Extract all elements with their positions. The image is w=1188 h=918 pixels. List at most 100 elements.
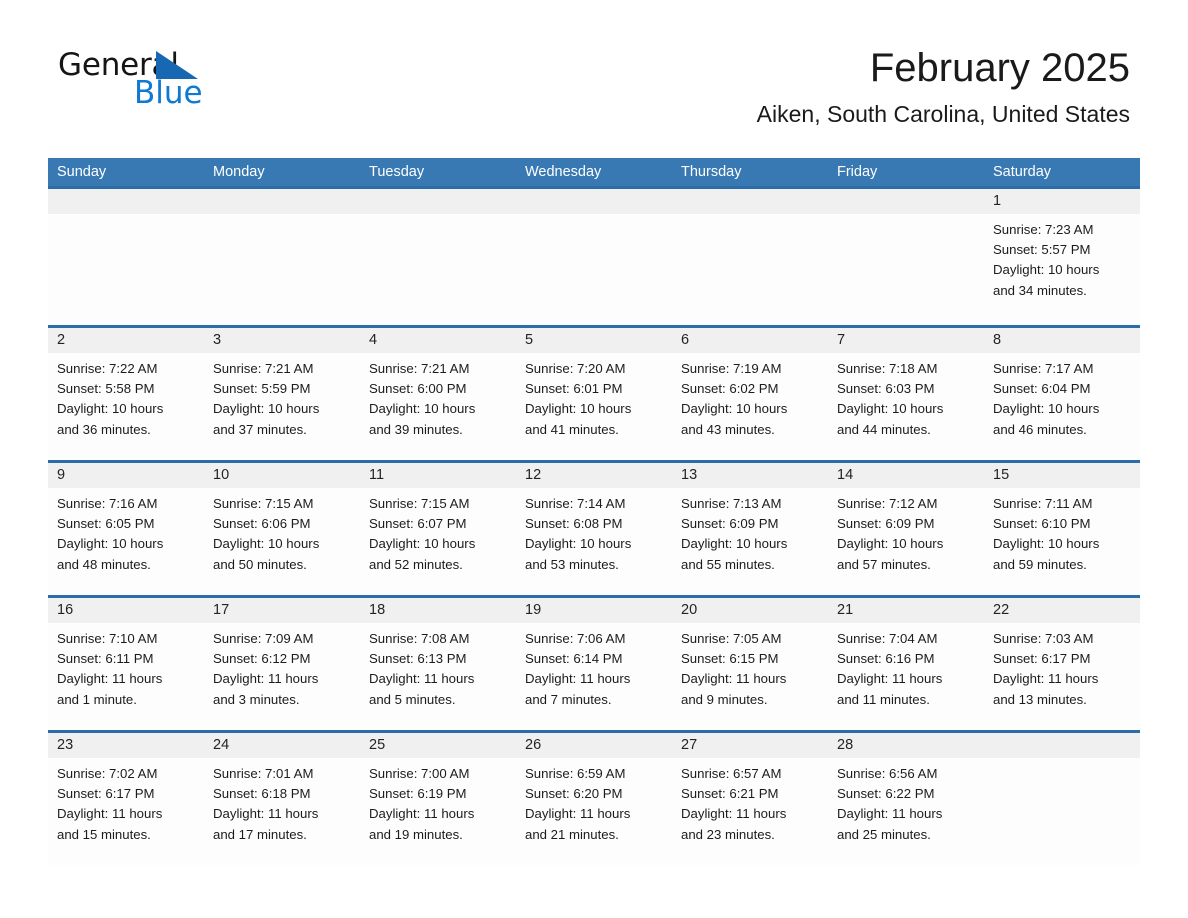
sunrise-text: Sunrise: 7:02 AM xyxy=(57,766,158,781)
day-cell[interactable]: 13 Sunrise: 7:13 AM Sunset: 6:09 PM Dayl… xyxy=(672,463,828,595)
sunset-text: Sunset: 6:11 PM xyxy=(57,651,154,667)
sunset-text: Sunset: 6:01 PM xyxy=(525,381,623,397)
sunset-text: Sunset: 6:09 PM xyxy=(681,516,779,532)
day-cell[interactable]: 1 Sunrise: 7:23 AM Sunset: 5:57 PM Dayli… xyxy=(984,189,1140,325)
sunrise-text: Sunrise: 6:59 AM xyxy=(525,766,626,781)
week-row: 1 Sunrise: 7:23 AM Sunset: 5:57 PM Dayli… xyxy=(48,186,1140,325)
daylight-text-line1: Daylight: 11 hours xyxy=(525,671,631,687)
daylight-text-line1: Daylight: 10 hours xyxy=(993,401,1100,417)
day-cell[interactable]: 7 Sunrise: 7:18 AM Sunset: 6:03 PM Dayli… xyxy=(828,328,984,460)
day-number: 17 xyxy=(204,598,360,623)
title-block: February 2025 Aiken, South Carolina, Uni… xyxy=(757,44,1130,128)
day-details: Sunrise: 7:08 AM Sunset: 6:13 PM Dayligh… xyxy=(360,623,516,710)
daylight-text-line2: and 36 minutes. xyxy=(57,421,151,437)
sunrise-text: Sunrise: 7:20 AM xyxy=(525,361,626,376)
day-cell[interactable]: 18 Sunrise: 7:08 AM Sunset: 6:13 PM Dayl… xyxy=(360,598,516,730)
sunset-text: Sunset: 6:09 PM xyxy=(837,516,935,532)
day-cell[interactable]: 25 Sunrise: 7:00 AM Sunset: 6:19 PM Dayl… xyxy=(360,733,516,865)
daylight-text-line1: Daylight: 11 hours xyxy=(213,671,319,687)
day-cell[interactable]: 17 Sunrise: 7:09 AM Sunset: 6:12 PM Dayl… xyxy=(204,598,360,730)
day-cell[interactable] xyxy=(984,733,1140,865)
sunrise-text: Sunrise: 7:14 AM xyxy=(525,496,626,511)
daylight-text-line1: Daylight: 10 hours xyxy=(993,262,1100,278)
sunset-text: Sunset: 5:57 PM xyxy=(993,242,1091,258)
day-details xyxy=(828,214,984,220)
day-number: 19 xyxy=(516,598,672,623)
day-cell[interactable]: 16 Sunrise: 7:10 AM Sunset: 6:11 PM Dayl… xyxy=(48,598,204,730)
day-cell[interactable]: 9 Sunrise: 7:16 AM Sunset: 6:05 PM Dayli… xyxy=(48,463,204,595)
general-blue-logo[interactable]: General Blue xyxy=(58,48,208,110)
page-masthead: General Blue February 2025 Aiken, South … xyxy=(48,0,1140,127)
day-number xyxy=(516,189,672,214)
sunrise-text: Sunrise: 7:13 AM xyxy=(681,496,782,511)
daylight-text-line1: Daylight: 11 hours xyxy=(57,806,163,822)
daylight-text-line2: and 23 minutes. xyxy=(681,826,775,842)
week-row: 23 Sunrise: 7:02 AM Sunset: 6:17 PM Dayl… xyxy=(48,730,1140,865)
day-cell[interactable]: 10 Sunrise: 7:15 AM Sunset: 6:06 PM Dayl… xyxy=(204,463,360,595)
day-cell[interactable]: 14 Sunrise: 7:12 AM Sunset: 6:09 PM Dayl… xyxy=(828,463,984,595)
sunset-text: Sunset: 6:03 PM xyxy=(837,381,935,397)
day-cell[interactable]: 26 Sunrise: 6:59 AM Sunset: 6:20 PM Dayl… xyxy=(516,733,672,865)
day-cell[interactable]: 23 Sunrise: 7:02 AM Sunset: 6:17 PM Dayl… xyxy=(48,733,204,865)
day-number: 13 xyxy=(672,463,828,488)
day-cell[interactable] xyxy=(360,189,516,325)
day-number: 20 xyxy=(672,598,828,623)
sunrise-text: Sunrise: 7:11 AM xyxy=(993,496,1093,511)
day-cell[interactable] xyxy=(204,189,360,325)
daylight-text-line1: Daylight: 11 hours xyxy=(213,806,319,822)
sunrise-text: Sunrise: 7:01 AM xyxy=(213,766,314,781)
daylight-text-line1: Daylight: 10 hours xyxy=(837,536,944,552)
calendar-grid: Sunday Monday Tuesday Wednesday Thursday… xyxy=(48,158,1140,865)
day-details: Sunrise: 7:13 AM Sunset: 6:09 PM Dayligh… xyxy=(672,488,828,575)
day-cell[interactable]: 2 Sunrise: 7:22 AM Sunset: 5:58 PM Dayli… xyxy=(48,328,204,460)
sunset-text: Sunset: 6:07 PM xyxy=(369,516,467,532)
day-cell[interactable] xyxy=(516,189,672,325)
day-cell[interactable]: 19 Sunrise: 7:06 AM Sunset: 6:14 PM Dayl… xyxy=(516,598,672,730)
day-cell[interactable]: 12 Sunrise: 7:14 AM Sunset: 6:08 PM Dayl… xyxy=(516,463,672,595)
sunset-text: Sunset: 6:18 PM xyxy=(213,786,311,802)
week-row: 2 Sunrise: 7:22 AM Sunset: 5:58 PM Dayli… xyxy=(48,325,1140,460)
day-cell[interactable] xyxy=(672,189,828,325)
logo-text-blue: Blue xyxy=(134,75,203,111)
day-number: 22 xyxy=(984,598,1140,623)
day-details: Sunrise: 7:21 AM Sunset: 6:00 PM Dayligh… xyxy=(360,353,516,440)
day-cell[interactable]: 8 Sunrise: 7:17 AM Sunset: 6:04 PM Dayli… xyxy=(984,328,1140,460)
day-cell[interactable]: 21 Sunrise: 7:04 AM Sunset: 6:16 PM Dayl… xyxy=(828,598,984,730)
sunrise-text: Sunrise: 6:57 AM xyxy=(681,766,782,781)
daylight-text-line2: and 46 minutes. xyxy=(993,421,1087,437)
day-cell[interactable] xyxy=(48,189,204,325)
day-details: Sunrise: 7:06 AM Sunset: 6:14 PM Dayligh… xyxy=(516,623,672,710)
day-details: Sunrise: 7:01 AM Sunset: 6:18 PM Dayligh… xyxy=(204,758,360,845)
day-cell[interactable]: 5 Sunrise: 7:20 AM Sunset: 6:01 PM Dayli… xyxy=(516,328,672,460)
day-cell[interactable]: 15 Sunrise: 7:11 AM Sunset: 6:10 PM Dayl… xyxy=(984,463,1140,595)
sunrise-text: Sunrise: 7:06 AM xyxy=(525,631,626,646)
day-number xyxy=(204,189,360,214)
sunrise-text: Sunrise: 7:19 AM xyxy=(681,361,782,376)
day-details: Sunrise: 6:56 AM Sunset: 6:22 PM Dayligh… xyxy=(828,758,984,845)
day-cell[interactable]: 28 Sunrise: 6:56 AM Sunset: 6:22 PM Dayl… xyxy=(828,733,984,865)
daylight-text-line2: and 41 minutes. xyxy=(525,421,619,437)
sunset-text: Sunset: 6:19 PM xyxy=(369,786,467,802)
day-cell[interactable]: 11 Sunrise: 7:15 AM Sunset: 6:07 PM Dayl… xyxy=(360,463,516,595)
day-details: Sunrise: 7:18 AM Sunset: 6:03 PM Dayligh… xyxy=(828,353,984,440)
day-cell[interactable]: 24 Sunrise: 7:01 AM Sunset: 6:18 PM Dayl… xyxy=(204,733,360,865)
day-number xyxy=(360,189,516,214)
daylight-text-line1: Daylight: 10 hours xyxy=(57,401,164,417)
day-number: 6 xyxy=(672,328,828,353)
day-cell[interactable]: 20 Sunrise: 7:05 AM Sunset: 6:15 PM Dayl… xyxy=(672,598,828,730)
daylight-text-line1: Daylight: 11 hours xyxy=(681,806,787,822)
day-cell[interactable]: 3 Sunrise: 7:21 AM Sunset: 5:59 PM Dayli… xyxy=(204,328,360,460)
day-cell[interactable]: 27 Sunrise: 6:57 AM Sunset: 6:21 PM Dayl… xyxy=(672,733,828,865)
sunrise-text: Sunrise: 7:08 AM xyxy=(369,631,470,646)
day-number: 1 xyxy=(984,189,1140,214)
sunset-text: Sunset: 6:10 PM xyxy=(993,516,1091,532)
weekday-header-wednesday: Wednesday xyxy=(525,164,602,180)
sunrise-text: Sunrise: 6:56 AM xyxy=(837,766,938,781)
page-subtitle: Aiken, South Carolina, United States xyxy=(756,101,1130,127)
day-cell[interactable]: 4 Sunrise: 7:21 AM Sunset: 6:00 PM Dayli… xyxy=(360,328,516,460)
day-cell[interactable]: 6 Sunrise: 7:19 AM Sunset: 6:02 PM Dayli… xyxy=(672,328,828,460)
day-cell[interactable]: 22 Sunrise: 7:03 AM Sunset: 6:17 PM Dayl… xyxy=(984,598,1140,730)
daylight-text-line1: Daylight: 10 hours xyxy=(525,401,632,417)
day-cell[interactable] xyxy=(828,189,984,325)
daylight-text-line1: Daylight: 10 hours xyxy=(213,536,320,552)
